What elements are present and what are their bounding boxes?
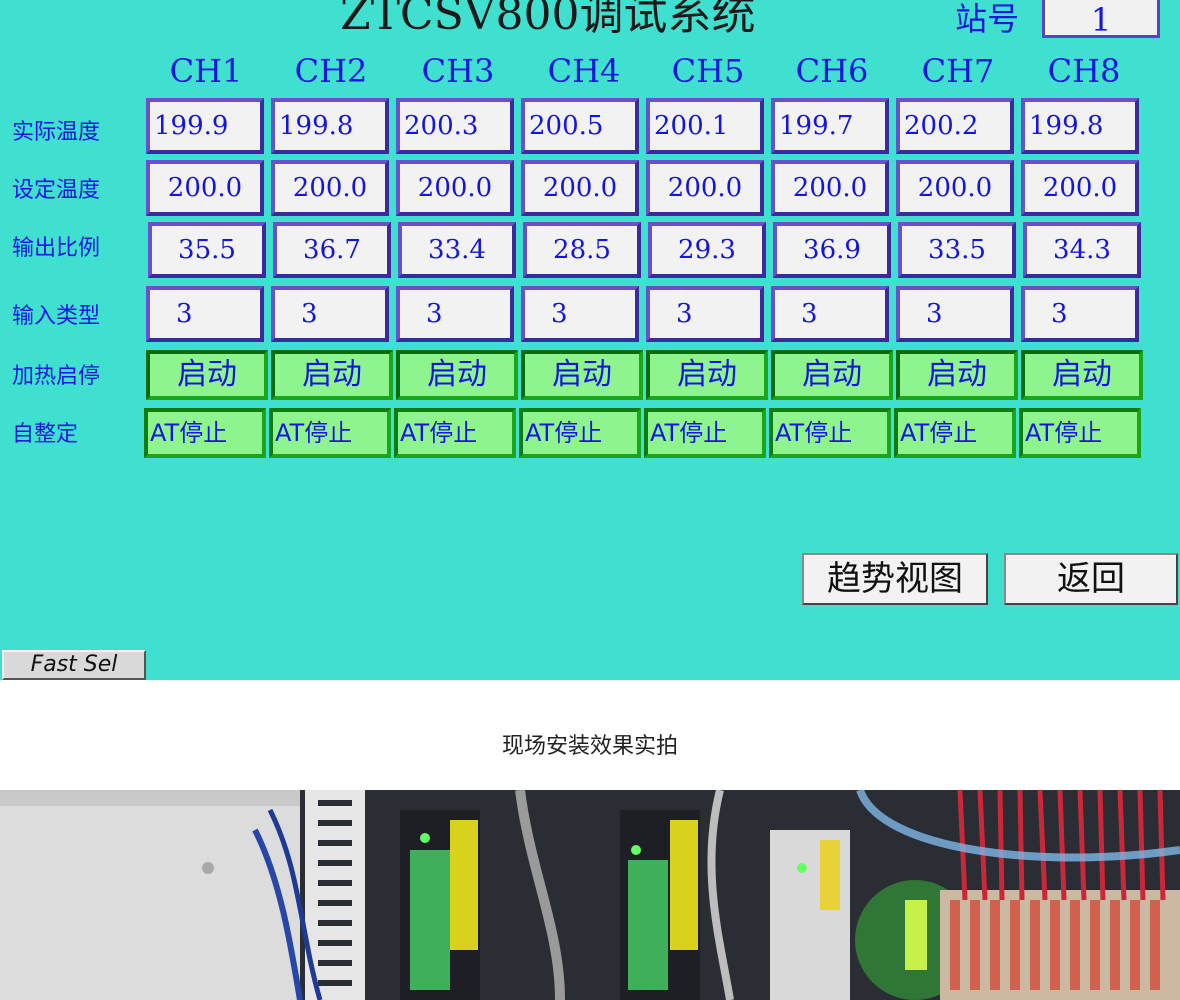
row-label-input-type: 输入类型 (12, 304, 101, 329)
heat-toggle-button[interactable]: 启动 (146, 350, 268, 400)
back-button[interactable]: 返回 (1004, 553, 1178, 605)
input-type-input[interactable]: 3 (771, 286, 889, 342)
input-type-input[interactable]: 3 (396, 286, 514, 342)
set-temp-input[interactable]: 200.0 (771, 160, 889, 216)
heat-toggle-button[interactable]: 启动 (771, 350, 893, 400)
station-number-field[interactable]: 1 (1042, 0, 1160, 39)
channel-header: CH4 (547, 52, 621, 90)
actual-temp-display: 200.3 (396, 98, 514, 154)
autotune-button[interactable]: AT停止 (894, 408, 1016, 458)
channel-header: CH5 (671, 52, 745, 90)
channel-header: CH6 (795, 52, 869, 90)
row-label-output-ratio: 输出比例 (12, 236, 101, 261)
channel-header: CH7 (921, 52, 995, 90)
fast-sel-button[interactable]: Fast Sel (2, 650, 146, 680)
channel-header: CH3 (421, 52, 495, 90)
heat-toggle-button[interactable]: 启动 (896, 350, 1018, 400)
input-type-input[interactable]: 3 (646, 286, 764, 342)
autotune-button[interactable]: AT停止 (644, 408, 766, 458)
set-temp-input[interactable]: 200.0 (1021, 160, 1139, 216)
row-label-set-temp: 设定温度 (12, 178, 101, 203)
channel-header: CH2 (294, 52, 368, 90)
output-ratio-display: 33.5 (898, 222, 1016, 278)
channel-header: CH1 (169, 52, 243, 90)
actual-temp-display: 200.1 (646, 98, 764, 154)
heat-toggle-button[interactable]: 启动 (396, 350, 518, 400)
output-ratio-display: 34.3 (1023, 222, 1141, 278)
output-ratio-display: 36.9 (773, 222, 891, 278)
autotune-button[interactable]: AT停止 (1019, 408, 1141, 458)
autotune-button[interactable]: AT停止 (144, 408, 266, 458)
installation-photo (0, 790, 1180, 1000)
actual-temp-display: 200.2 (896, 98, 1014, 154)
set-temp-input[interactable]: 200.0 (396, 160, 514, 216)
hmi-panel: ZTCSV800调试系统 站号 1 CH1 CH2 CH3 CH4 CH5 CH… (0, 0, 1180, 680)
input-type-input[interactable]: 3 (271, 286, 389, 342)
trend-view-button[interactable]: 趋势视图 (802, 553, 988, 605)
actual-temp-display: 199.8 (1021, 98, 1139, 154)
row-label-actual-temp: 实际温度 (12, 120, 101, 145)
row-label-autotune: 自整定 (12, 422, 79, 447)
heat-toggle-button[interactable]: 启动 (521, 350, 643, 400)
actual-temp-display: 199.9 (146, 98, 264, 154)
photo-caption: 现场安装效果实拍 (501, 734, 678, 759)
set-temp-input[interactable]: 200.0 (646, 160, 764, 216)
input-type-input[interactable]: 3 (521, 286, 639, 342)
output-ratio-display: 29.3 (648, 222, 766, 278)
set-temp-input[interactable]: 200.0 (521, 160, 639, 216)
actual-temp-display: 199.7 (771, 98, 889, 154)
set-temp-input[interactable]: 200.0 (271, 160, 389, 216)
input-type-input[interactable]: 3 (146, 286, 264, 342)
input-type-input[interactable]: 3 (1021, 286, 1139, 342)
output-ratio-display: 36.7 (273, 222, 391, 278)
output-ratio-display: 33.4 (398, 222, 516, 278)
channel-header: CH8 (1047, 52, 1121, 90)
input-type-input[interactable]: 3 (896, 286, 1014, 342)
output-ratio-display: 28.5 (523, 222, 641, 278)
row-label-heat-toggle: 加热启停 (12, 364, 101, 389)
window-title: ZTCSV800调试系统 (340, 0, 756, 40)
set-temp-input[interactable]: 200.0 (896, 160, 1014, 216)
autotune-button[interactable]: AT停止 (269, 408, 391, 458)
heat-toggle-button[interactable]: 启动 (271, 350, 393, 400)
set-temp-input[interactable]: 200.0 (146, 160, 264, 216)
autotune-button[interactable]: AT停止 (394, 408, 516, 458)
autotune-button[interactable]: AT停止 (769, 408, 891, 458)
heat-toggle-button[interactable]: 启动 (646, 350, 768, 400)
station-label: 站号 (955, 0, 1020, 38)
autotune-button[interactable]: AT停止 (519, 408, 641, 458)
actual-temp-display: 200.5 (521, 98, 639, 154)
output-ratio-display: 35.5 (148, 222, 266, 278)
heat-toggle-button[interactable]: 启动 (1021, 350, 1143, 400)
actual-temp-display: 199.8 (271, 98, 389, 154)
